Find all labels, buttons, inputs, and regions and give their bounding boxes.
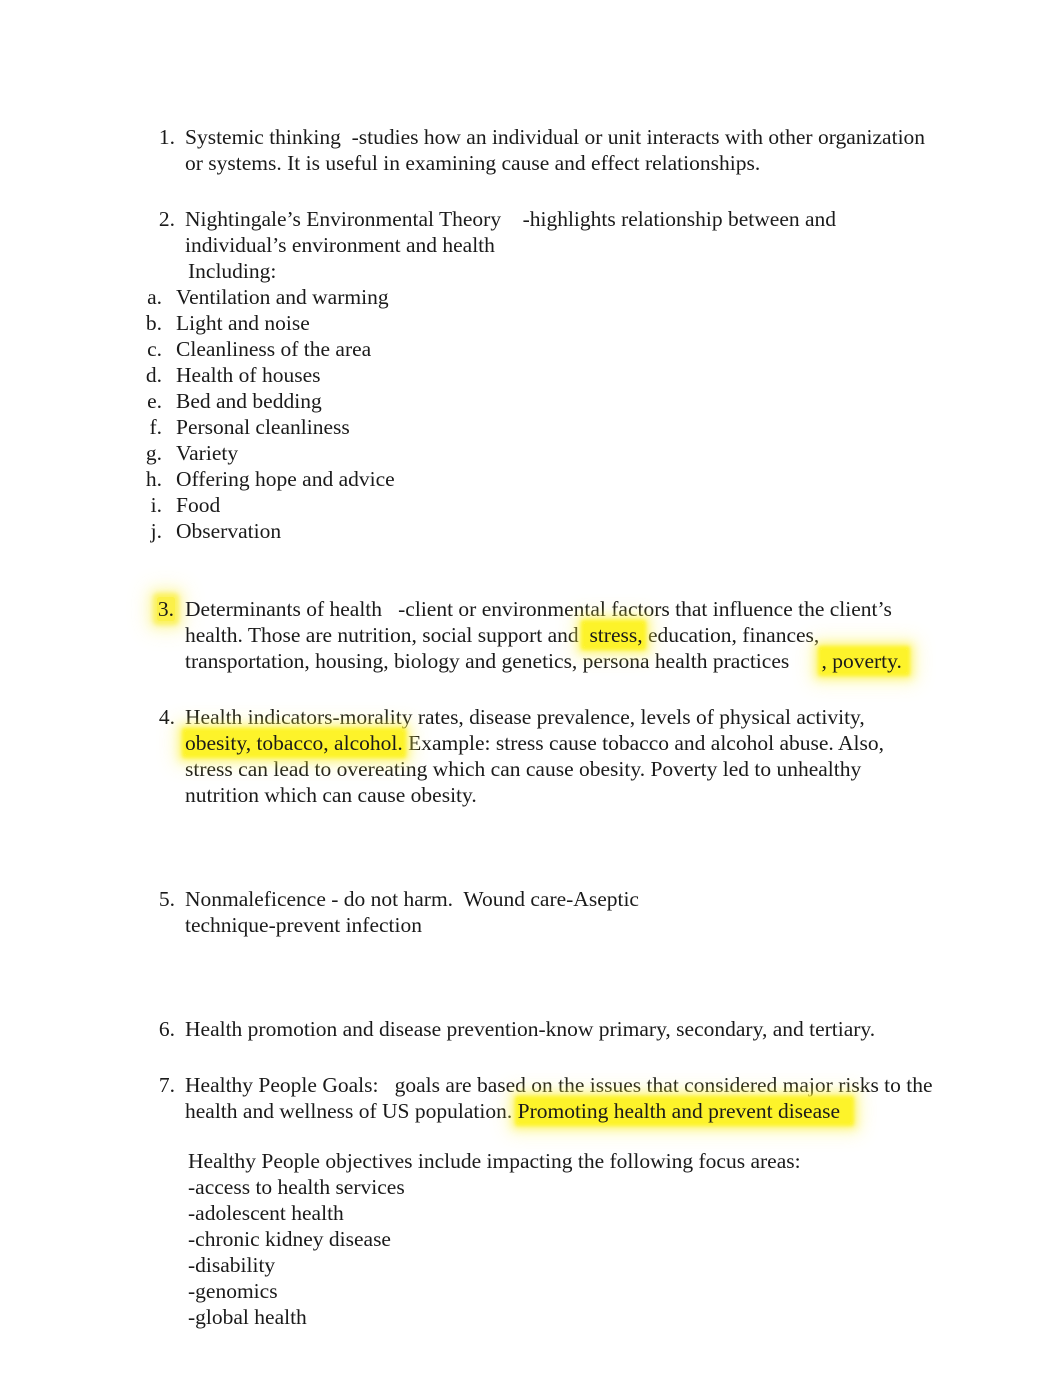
list-marker: i. <box>150 493 162 517</box>
list-marker: 5. <box>158 887 175 911</box>
focus-area-item: -adolescent health <box>188 1201 344 1225</box>
list-item-text: Variety <box>176 441 239 465</box>
list-marker: f. <box>149 415 162 439</box>
list-marker: g. <box>145 441 162 465</box>
focus-area-item: -disability <box>188 1253 276 1277</box>
list-item-text: Determinants of health -client or enviro… <box>185 596 1062 674</box>
list-marker: b. <box>145 311 162 335</box>
list-item: c. Cleanliness of the area <box>0 336 1062 362</box>
list-item-text: Health indicators-morality rates, diseas… <box>185 704 1062 808</box>
list-item: i. Food <box>0 492 1062 518</box>
list-marker: j. <box>150 519 162 543</box>
highlight-obesity-tobacco-alcohol: obesity, tobacco, alcohol. <box>185 731 403 755</box>
list-item-text: Systemic thinking -studies how an indivi… <box>185 125 931 175</box>
list-marker: d. <box>145 363 162 387</box>
list-item: 4. Health indicators-morality rates, dis… <box>0 704 1062 808</box>
list-item-text: Personal cleanliness <box>176 415 350 439</box>
list-item-text: Offering hope and advice <box>176 467 395 491</box>
list-marker: 2. <box>158 207 175 231</box>
list-item: 2. Nightingale’s Environmental Theory -h… <box>0 206 1062 258</box>
list-marker: 6. <box>158 1017 175 1041</box>
list-marker: 3. <box>0 596 185 622</box>
list-item-text: Nonmaleficence - do not harm. Wound care… <box>185 887 645 937</box>
document-page: 1. Systemic thinking -studies how an ind… <box>0 0 1062 1377</box>
focus-areas-list: -access to health services -adolescent h… <box>0 1174 1062 1330</box>
list-item-text: Health promotion and disease prevention-… <box>185 1017 876 1041</box>
focus-area-item: -access to health services <box>188 1175 405 1199</box>
focus-area-item: -chronic kidney disease <box>188 1227 391 1251</box>
list-item: g. Variety <box>0 440 1062 466</box>
list-marker: e. <box>147 389 162 413</box>
highlight-promoting-health: Promoting health and prevent disease <box>517 1099 851 1123</box>
list-item-text: Observation <box>176 519 282 543</box>
list-item: e. Bed and bedding <box>0 388 1062 414</box>
focus-area-item: -genomics <box>188 1279 278 1303</box>
alpha-list: a. Ventilation and warming b. Light and … <box>0 284 1062 544</box>
list-marker: h. <box>145 467 162 491</box>
list-item-text: Health of houses <box>176 363 321 387</box>
list-item: 5. Nonmaleficence - do not harm. Wound c… <box>0 886 1062 938</box>
list-item: 3. Determinants of health -client or env… <box>0 596 1062 674</box>
list-item-text: Food <box>176 493 221 517</box>
list-item: a. Ventilation and warming <box>0 284 1062 310</box>
list-marker: 1. <box>158 125 175 149</box>
list-item: 7. Healthy People Goals: goals are based… <box>0 1072 1062 1124</box>
including-label: Including: <box>188 259 277 283</box>
list-item: f. Personal cleanliness <box>0 414 1062 440</box>
list-marker: 4. <box>158 705 175 729</box>
list-item-text: Healthy People Goals: goals are based on… <box>185 1072 1062 1124</box>
list-marker: 7. <box>158 1073 175 1097</box>
list-item: 6. Health promotion and disease preventi… <box>0 1016 1062 1042</box>
list-item: h. Offering hope and advice <box>0 466 1062 492</box>
text-run: Health indicators-morality rates, diseas… <box>185 705 871 729</box>
document-body: 1. Systemic thinking -studies how an ind… <box>0 0 1062 1330</box>
highlight-poverty: , poverty. <box>821 649 908 673</box>
list-item-text: Nightingale’s Environmental Theory -high… <box>185 207 842 257</box>
list-item-text: Bed and bedding <box>176 389 322 413</box>
list-item: b. Light and noise <box>0 310 1062 336</box>
objectives-intro: Healthy People objectives include impact… <box>188 1149 801 1173</box>
list-item-text: Ventilation and warming <box>176 285 389 309</box>
list-marker: a. <box>147 285 162 309</box>
list-item-text: Cleanliness of the area <box>176 337 372 361</box>
list-item: j. Observation <box>0 518 1062 544</box>
highlighted-marker: 3. <box>156 597 175 621</box>
list-item-text: Light and noise <box>176 311 310 335</box>
highlight-stress: stress, <box>584 623 643 647</box>
list-marker: c. <box>147 337 162 361</box>
focus-area-item: -global health <box>188 1305 307 1329</box>
list-item: 1. Systemic thinking -studies how an ind… <box>0 124 1062 176</box>
list-item: d. Health of houses <box>0 362 1062 388</box>
